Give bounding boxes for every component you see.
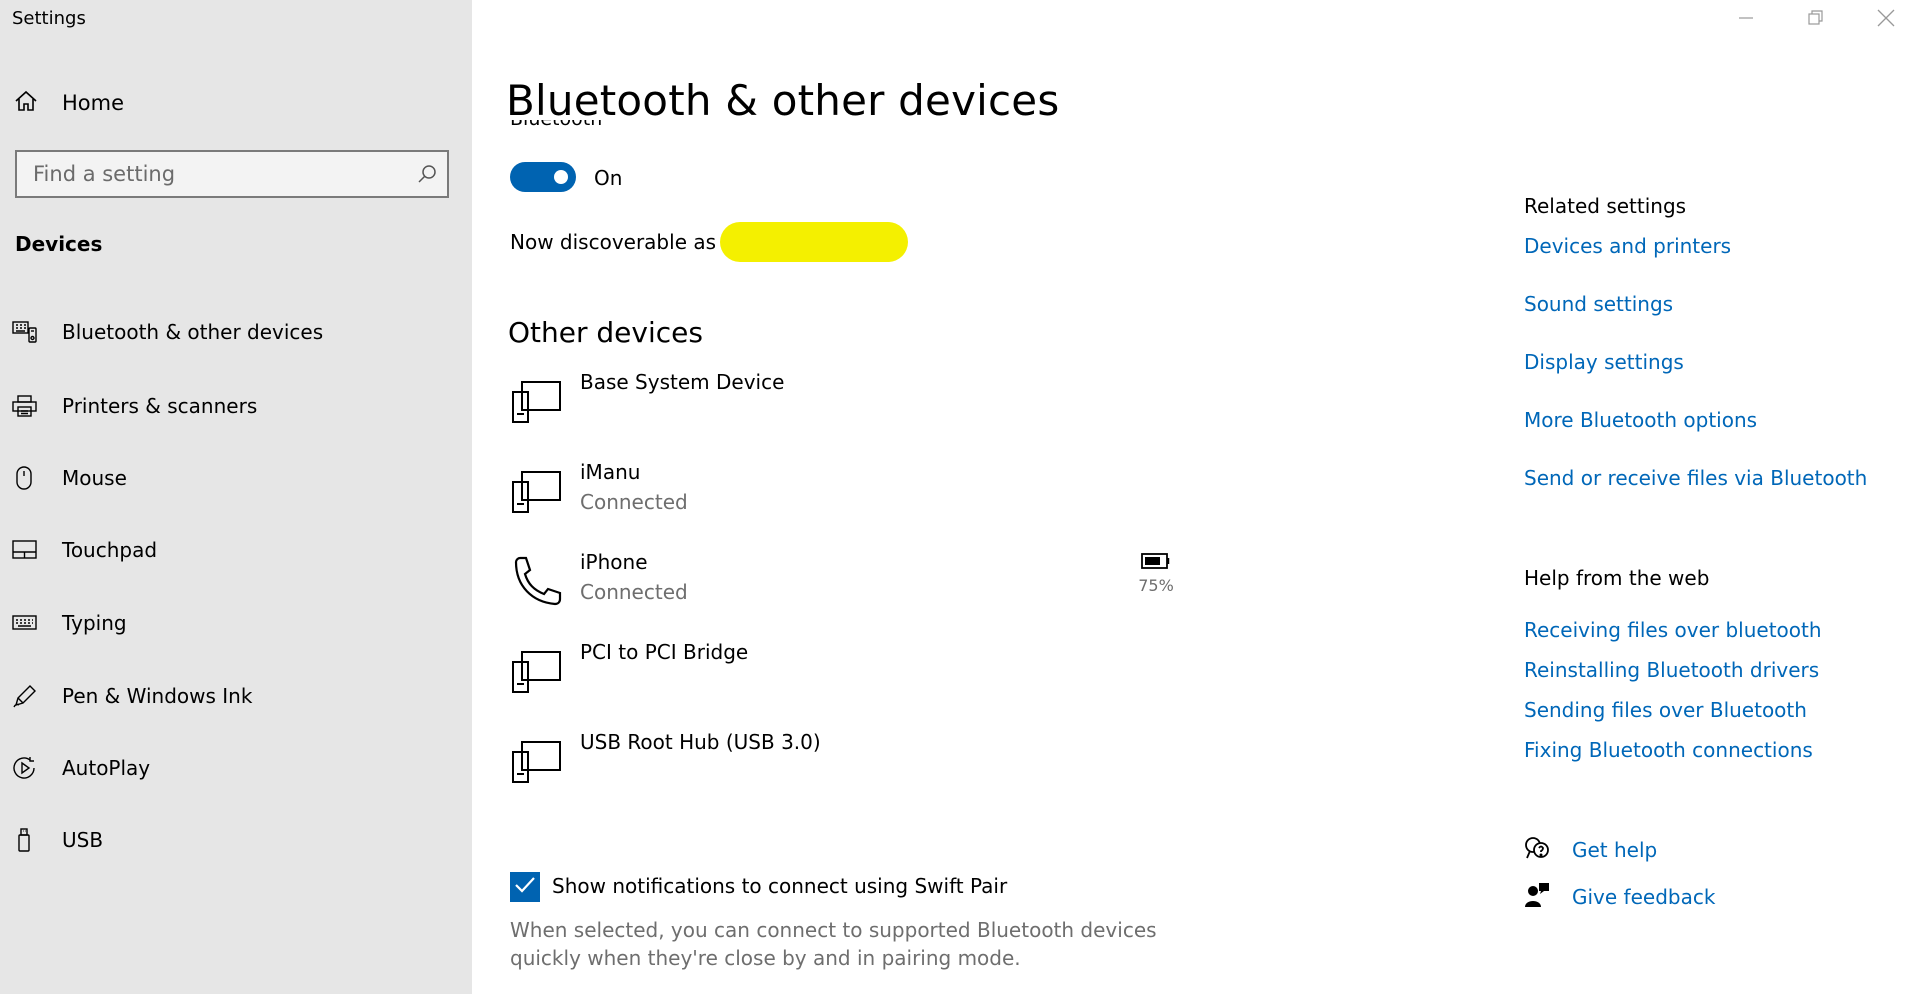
- bluetooth-label-clipped: Bluetooth: [510, 120, 710, 142]
- device-name: iPhone: [580, 550, 648, 574]
- mouse-icon: [12, 465, 42, 491]
- feedback-icon: [1524, 882, 1550, 912]
- sidebar-item-typing[interactable]: Typing: [12, 597, 452, 649]
- swift-pair-checkbox[interactable]: [510, 872, 540, 902]
- device-row-base-system[interactable]: Base System Device: [510, 370, 1210, 440]
- home-icon: [14, 90, 38, 116]
- sidebar-item-label: Touchpad: [62, 538, 158, 562]
- bluetooth-label: Bluetooth: [510, 120, 602, 130]
- sidebar-item-label: Pen & Windows Ink: [62, 684, 253, 708]
- chat-help-icon: [1524, 836, 1550, 864]
- sidebar-item-autoplay[interactable]: AutoPlay: [12, 742, 452, 794]
- bluetooth-toggle[interactable]: [510, 162, 576, 192]
- link-devices-and-printers[interactable]: Devices and printers: [1524, 234, 1731, 258]
- discoverable-text: Now discoverable as: [510, 230, 717, 254]
- give-feedback-label: Give feedback: [1572, 885, 1716, 909]
- usb-icon: [12, 827, 42, 853]
- other-devices-title: Other devices: [508, 316, 703, 349]
- discoverable-status: Now discoverable as: [510, 222, 909, 262]
- toggle-knob: [554, 170, 568, 184]
- sidebar-item-touchpad[interactable]: Touchpad: [12, 524, 452, 576]
- device-row-usb-root-hub[interactable]: USB Root Hub (USB 3.0): [510, 730, 1210, 800]
- printer-icon: [12, 394, 42, 418]
- related-settings-title: Related settings: [1524, 194, 1687, 218]
- sidebar-item-usb[interactable]: USB: [12, 814, 452, 866]
- swift-pair-label: Show notifications to connect using Swif…: [552, 874, 1008, 898]
- device-icon: [510, 374, 564, 428]
- phone-icon: [510, 554, 564, 608]
- device-status: Connected: [580, 490, 688, 514]
- restore-button[interactable]: [1786, 0, 1846, 40]
- device-status: Connected: [580, 580, 688, 604]
- battery-indicator: 75%: [1136, 552, 1176, 595]
- device-icon: [510, 644, 564, 698]
- sidebar-item-label: Typing: [62, 611, 127, 635]
- keyboard-icon: [12, 614, 42, 632]
- give-feedback-link[interactable]: Give feedback: [1524, 882, 1715, 912]
- link-more-bluetooth-options[interactable]: More Bluetooth options: [1524, 408, 1757, 432]
- link-display-settings[interactable]: Display settings: [1524, 350, 1684, 374]
- search-input[interactable]: [17, 152, 407, 196]
- help-title: Help from the web: [1524, 566, 1710, 590]
- minimize-icon: [1738, 10, 1754, 30]
- device-name: Base System Device: [580, 370, 785, 394]
- device-row-iphone[interactable]: iPhone Connected: [510, 550, 1210, 620]
- pen-icon: [12, 683, 42, 709]
- device-name: USB Root Hub (USB 3.0): [580, 730, 821, 754]
- toggle-state-label: On: [594, 166, 623, 190]
- touchpad-icon: [12, 539, 42, 561]
- search-icon[interactable]: [407, 164, 447, 184]
- page-title: Bluetooth & other devices: [506, 76, 1060, 125]
- sidebar-item-label: Bluetooth & other devices: [62, 320, 324, 344]
- sidebar-item-label: AutoPlay: [62, 756, 151, 780]
- device-row-imanu[interactable]: iManu Connected: [510, 460, 1210, 530]
- section-title: Devices: [15, 232, 103, 256]
- link-sending-files[interactable]: Sending files over Bluetooth: [1524, 698, 1807, 722]
- link-receiving-files[interactable]: Receiving files over bluetooth: [1524, 618, 1822, 642]
- battery-percent: 75%: [1138, 576, 1174, 595]
- link-fixing-connections[interactable]: Fixing Bluetooth connections: [1524, 738, 1813, 762]
- sidebar-item-bluetooth[interactable]: Bluetooth & other devices: [12, 306, 452, 358]
- restore-icon: [1808, 10, 1824, 30]
- sidebar-item-mouse[interactable]: Mouse: [12, 452, 452, 504]
- device-name: iManu: [580, 460, 641, 484]
- swift-pair-description: When selected, you can connect to suppor…: [510, 918, 1157, 970]
- minimize-button[interactable]: [1716, 0, 1776, 40]
- sidebar-item-label: Mouse: [62, 466, 127, 490]
- link-send-receive-files[interactable]: Send or receive files via Bluetooth: [1524, 466, 1867, 490]
- home-label: Home: [62, 91, 125, 115]
- autoplay-icon: [12, 755, 42, 781]
- bluetooth-devices-icon: [12, 320, 42, 344]
- device-icon: [510, 464, 564, 518]
- close-icon: [1877, 9, 1895, 31]
- sidebar-item-label: USB: [62, 828, 104, 852]
- battery-icon: [1141, 553, 1171, 574]
- device-row-pci-bridge[interactable]: PCI to PCI Bridge: [510, 640, 1210, 710]
- checkmark-icon: [514, 876, 536, 898]
- device-icon: [510, 734, 564, 788]
- redacted-device-name: [720, 222, 909, 262]
- get-help-link[interactable]: Get help: [1524, 836, 1657, 864]
- home-button[interactable]: Home: [14, 88, 124, 118]
- close-button[interactable]: [1856, 0, 1906, 40]
- link-sound-settings[interactable]: Sound settings: [1524, 292, 1673, 316]
- sidebar-item-printers[interactable]: Printers & scanners: [12, 380, 452, 432]
- sidebar-item-label: Printers & scanners: [62, 394, 258, 418]
- sidebar: Settings Home Devices Bluetooth & other …: [0, 0, 472, 994]
- app-title: Settings: [12, 8, 86, 29]
- sidebar-item-pen[interactable]: Pen & Windows Ink: [12, 670, 452, 722]
- link-reinstalling-drivers[interactable]: Reinstalling Bluetooth drivers: [1524, 658, 1819, 682]
- get-help-label: Get help: [1572, 838, 1658, 862]
- search-box: [15, 150, 449, 198]
- device-name: PCI to PCI Bridge: [580, 640, 749, 664]
